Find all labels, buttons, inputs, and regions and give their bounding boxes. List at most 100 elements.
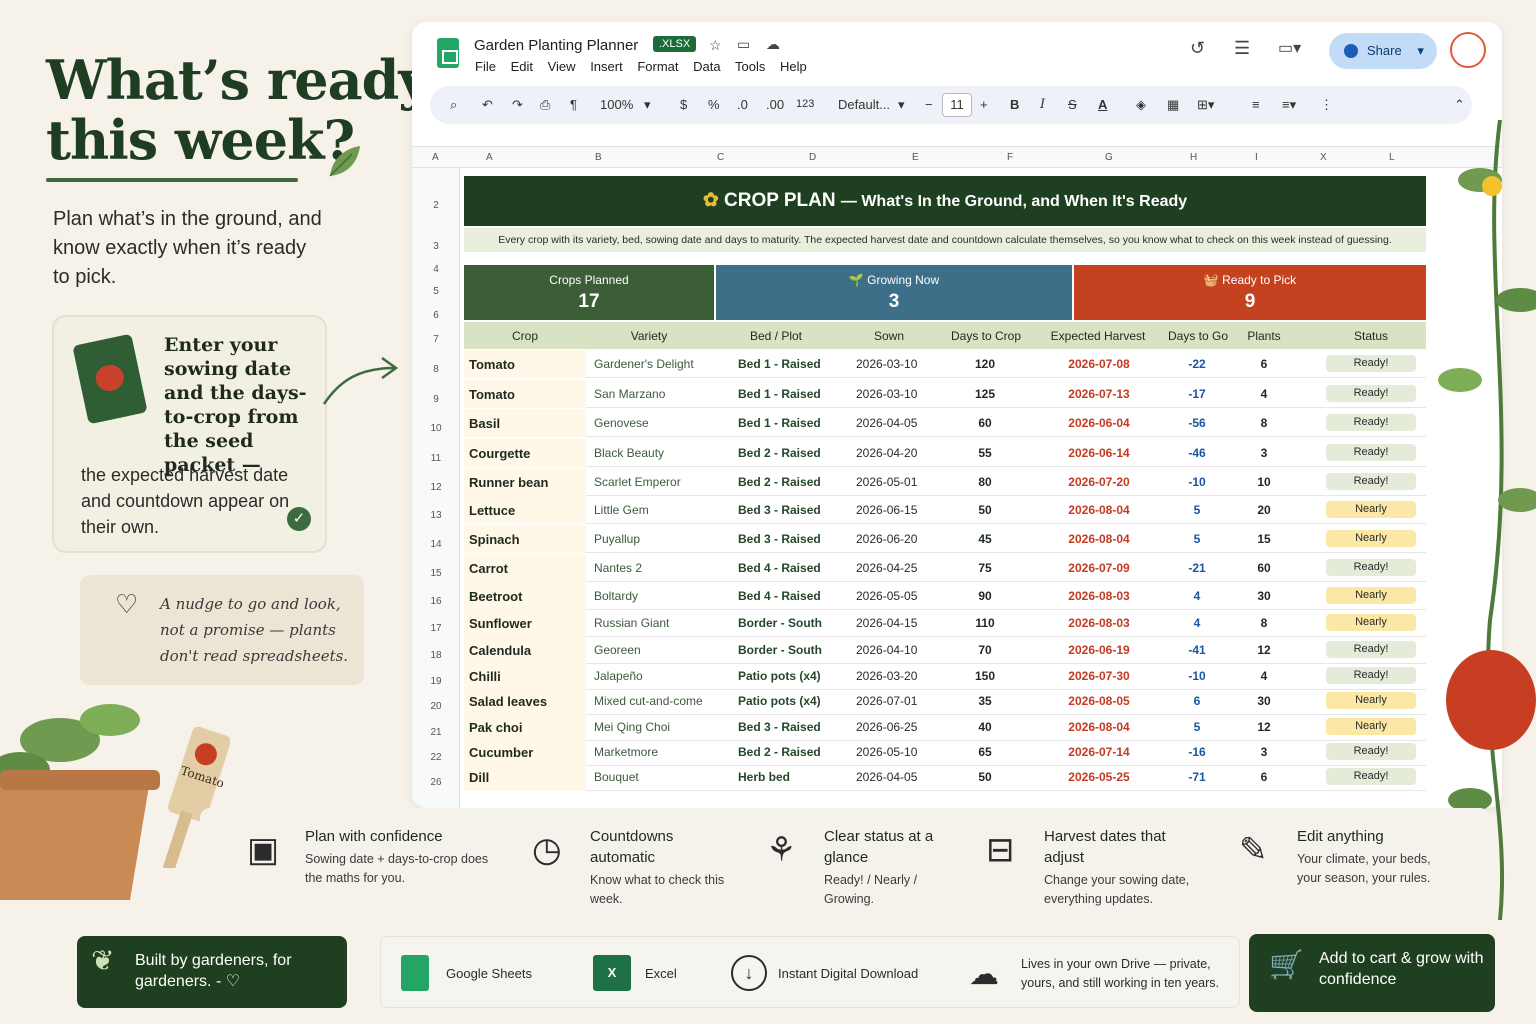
row-number[interactable]: 21 <box>412 727 460 738</box>
currency-button[interactable]: $ <box>680 97 687 112</box>
cell-to-go[interactable]: 4 <box>1179 589 1215 603</box>
row-number[interactable]: 16 <box>412 596 460 607</box>
table-row[interactable]: Beetroot Boltardy Bed 4 - Raised 2026-05-05… <box>464 582 1426 610</box>
cell-plants[interactable]: 3 <box>1244 446 1284 460</box>
table-row[interactable]: Dill Bouquet Herb bed 2026-04-05 50 2026-05-2… <box>464 763 1426 791</box>
cell-crop[interactable]: Courgette <box>464 439 586 467</box>
cell-status[interactable]: Ready! <box>1326 385 1416 402</box>
table-row[interactable]: Salad leaves Mixed cut-and-come Patio pots… <box>464 687 1426 715</box>
cell-crop[interactable]: Carrot <box>464 554 586 582</box>
cell-days[interactable]: 45 <box>964 532 1006 546</box>
menu-data[interactable]: Data <box>693 59 720 74</box>
font-select[interactable]: Default... <box>838 97 890 112</box>
avatar[interactable] <box>1450 32 1486 68</box>
cell-bed[interactable]: Bed 4 - Raised <box>738 561 821 575</box>
font-size-input[interactable]: 11 <box>942 93 972 117</box>
decrease-decimal-button[interactable]: .0 <box>737 97 748 112</box>
cell-days[interactable]: 150 <box>964 669 1006 683</box>
row-number[interactable]: 11 <box>412 453 460 464</box>
chevron-down-icon[interactable]: ▾ <box>1417 43 1424 58</box>
row-number[interactable]: 17 <box>412 623 460 634</box>
cell-crop[interactable]: Calendula <box>464 636 586 664</box>
cell-days[interactable]: 65 <box>964 745 1006 759</box>
cell-status[interactable]: Nearly <box>1326 718 1416 735</box>
merge-cells-icon[interactable]: ⊞▾ <box>1197 97 1214 113</box>
table-row[interactable]: Chilli Jalapeño Patio pots (x4) 2026-03-20 1… <box>464 662 1426 690</box>
cell-crop[interactable]: Salad leaves <box>464 687 586 715</box>
cell-status[interactable]: Ready! <box>1326 667 1416 684</box>
header-variety[interactable]: Variety <box>594 329 704 343</box>
document-title[interactable]: Garden Planting Planner <box>474 37 638 54</box>
column-header[interactable]: I <box>1255 152 1258 163</box>
cell-status[interactable]: Ready! <box>1326 444 1416 461</box>
cell-bed[interactable]: Patio pots (x4) <box>738 694 821 708</box>
cell-variety[interactable]: Russian Giant <box>594 616 669 630</box>
table-row[interactable]: Courgette Black Beauty Bed 2 - Raised 2026-… <box>464 439 1426 467</box>
cell-days[interactable]: 50 <box>964 770 1006 784</box>
column-header[interactable]: D <box>809 152 816 163</box>
cell-variety[interactable]: Mei Qing Choi <box>594 720 670 734</box>
row-number[interactable]: 8 <box>412 364 460 375</box>
cell-sown[interactable]: 2026-06-25 <box>856 720 917 734</box>
cell-crop[interactable]: Dill <box>464 763 586 791</box>
cell-plants[interactable]: 60 <box>1244 561 1284 575</box>
history-icon[interactable]: ↺ <box>1190 38 1205 59</box>
cell-sown[interactable]: 2026-04-20 <box>856 446 917 460</box>
cell-variety[interactable]: Scarlet Emperor <box>594 475 681 489</box>
add-to-cart-button[interactable]: 🛒 Add to cart & grow with confidence <box>1249 934 1495 1012</box>
table-row[interactable]: Carrot Nantes 2 Bed 4 - Raised 2026-04-25 75… <box>464 554 1426 582</box>
italic-button[interactable]: I <box>1040 97 1045 112</box>
header-days-to-crop[interactable]: Days to Crop <box>944 329 1028 343</box>
meet-icon[interactable]: ▭▾ <box>1278 38 1301 58</box>
borders-icon[interactable]: ▦ <box>1167 97 1179 113</box>
cell-sown[interactable]: 2026-05-01 <box>856 475 917 489</box>
cell-status[interactable]: Nearly <box>1326 530 1416 547</box>
cell-bed[interactable]: Patio pots (x4) <box>738 669 821 683</box>
cell-harvest[interactable]: 2026-07-08 <box>1054 357 1144 371</box>
column-header[interactable]: A <box>432 152 439 163</box>
number-format-button[interactable]: 123 <box>796 98 814 110</box>
cell-variety[interactable]: Little Gem <box>594 503 649 517</box>
cell-to-go[interactable]: -22 <box>1179 357 1215 371</box>
cell-to-go[interactable]: 4 <box>1179 616 1215 630</box>
table-row[interactable]: Sunflower Russian Giant Border - South 2026… <box>464 609 1426 637</box>
cell-bed[interactable]: Herb bed <box>738 770 790 784</box>
menu-format[interactable]: Format <box>637 59 678 74</box>
cell-days[interactable]: 125 <box>964 387 1006 401</box>
cell-variety[interactable]: Nantes 2 <box>594 561 642 575</box>
cell-sown[interactable]: 2026-06-20 <box>856 532 917 546</box>
column-header[interactable]: F <box>1007 152 1013 163</box>
print-icon[interactable]: ⎙ <box>540 97 550 113</box>
cell-sown[interactable]: 2026-07-01 <box>856 694 917 708</box>
cell-plants[interactable]: 4 <box>1244 387 1284 401</box>
undo-icon[interactable]: ↶ <box>482 97 493 113</box>
cell-to-go[interactable]: -16 <box>1179 745 1215 759</box>
menu-tools[interactable]: Tools <box>735 59 765 74</box>
cell-variety[interactable]: Bouquet <box>594 770 639 784</box>
cell-to-go[interactable]: -17 <box>1179 387 1215 401</box>
align-left-icon[interactable]: ≡ <box>1252 97 1260 112</box>
align-icon[interactable]: ≡▾ <box>1282 97 1296 113</box>
cell-variety[interactable]: Boltardy <box>594 589 638 603</box>
cell-days[interactable]: 75 <box>964 561 1006 575</box>
table-row[interactable]: Calendula Georeen Border - South 2026-04-10… <box>464 636 1426 664</box>
cell-to-go[interactable]: 6 <box>1179 694 1215 708</box>
table-row[interactable]: Runner bean Scarlet Emperor Bed 2 - Raised… <box>464 468 1426 496</box>
cell-plants[interactable]: 8 <box>1244 416 1284 430</box>
cell-to-go[interactable]: -41 <box>1179 643 1215 657</box>
table-row[interactable]: Lettuce Little Gem Bed 3 - Raised 2026-06-1… <box>464 496 1426 524</box>
cell-bed[interactable]: Bed 1 - Raised <box>738 387 821 401</box>
table-row[interactable]: Tomato Gardener's Delight Bed 1 - Raised 20… <box>464 350 1426 378</box>
row-number[interactable]: 18 <box>412 650 460 661</box>
table-row[interactable]: Pak choi Mei Qing Choi Bed 3 - Raised 2026-… <box>464 713 1426 741</box>
cell-harvest[interactable]: 2026-06-14 <box>1054 446 1144 460</box>
cell-status[interactable]: Ready! <box>1326 355 1416 372</box>
row-number[interactable]: 7 <box>412 334 460 345</box>
cell-days[interactable]: 90 <box>964 589 1006 603</box>
header-status[interactable]: Status <box>1326 329 1416 343</box>
cell-bed[interactable]: Bed 2 - Raised <box>738 745 821 759</box>
cell-harvest[interactable]: 2026-06-19 <box>1054 643 1144 657</box>
row-number[interactable]: 20 <box>412 701 460 712</box>
cell-variety[interactable]: Mixed cut-and-come <box>594 694 703 708</box>
cell-to-go[interactable]: -10 <box>1179 475 1215 489</box>
